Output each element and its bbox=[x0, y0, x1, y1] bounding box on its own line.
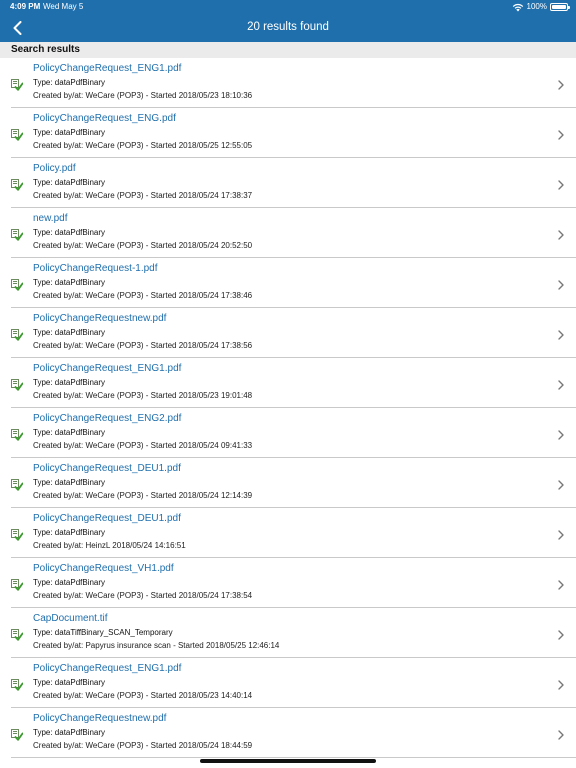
document-check-icon bbox=[11, 628, 24, 641]
result-type: Type: dataPdfBinary bbox=[33, 328, 106, 337]
result-type: Type: dataPdfBinary bbox=[33, 378, 106, 387]
result-type: Type: dataTiffBinary_SCAN_Temporary bbox=[33, 628, 173, 637]
list-item[interactable]: PolicyChangeRequest_ENG1.pdf Type: dataPd… bbox=[0, 658, 576, 708]
list-item[interactable]: PolicyChangeRequest-1.pdf Type: dataPdfBi… bbox=[0, 258, 576, 308]
result-title: Policy.pdf bbox=[33, 163, 76, 174]
document-check-icon bbox=[11, 178, 24, 191]
document-check-icon bbox=[11, 278, 24, 291]
result-created: Created by/at: WeCare (POP3) - Started 2… bbox=[33, 91, 253, 100]
result-title: PolicyChangeRequest_ENG.pdf bbox=[33, 113, 176, 124]
result-type: Type: dataPdfBinary bbox=[33, 578, 106, 587]
list-item[interactable]: PolicyChangeRequestnew.pdf Type: dataPdfB… bbox=[0, 708, 576, 758]
chevron-right-icon bbox=[557, 527, 565, 540]
list-item[interactable]: PolicyChangeRequestnew.pdf Type: dataPdfB… bbox=[0, 308, 576, 358]
page-title: 20 results found bbox=[247, 21, 329, 33]
result-created: Created by/at: WeCare (POP3) - Started 2… bbox=[33, 691, 253, 700]
chevron-right-icon bbox=[557, 577, 565, 590]
battery-percent: 100% bbox=[526, 2, 547, 11]
section-header: Search results bbox=[0, 42, 576, 58]
result-title: CapDocument.tif bbox=[33, 613, 108, 624]
top-bar: 4:09 PM Wed May 5 100% 20 results found bbox=[0, 0, 576, 42]
result-created: Created by/at: WeCare (POP3) - Started 2… bbox=[33, 191, 253, 200]
result-type: Type: dataPdfBinary bbox=[33, 678, 106, 687]
list-item[interactable]: Policy.pdf Type: dataPdfBinary Created by/… bbox=[0, 158, 576, 208]
list-item[interactable]: PolicyChangeRequest_ENG.pdf Type: dataPdf… bbox=[0, 108, 576, 158]
chevron-right-icon bbox=[557, 127, 565, 140]
result-type: Type: dataPdfBinary bbox=[33, 478, 106, 487]
result-created: Created by/at: WeCare (POP3) - Started 2… bbox=[33, 591, 253, 600]
document-check-icon bbox=[11, 78, 24, 91]
result-title: PolicyChangeRequestnew.pdf bbox=[33, 713, 167, 724]
chevron-right-icon bbox=[557, 727, 565, 740]
result-title: PolicyChangeRequest_DEU1.pdf bbox=[33, 463, 181, 474]
result-title: PolicyChangeRequest-1.pdf bbox=[33, 263, 158, 274]
nav-bar: 20 results found bbox=[0, 14, 576, 42]
list-item[interactable]: PolicyChangeRequest_ENG2.pdf Type: dataPd… bbox=[0, 408, 576, 458]
result-type: Type: dataPdfBinary bbox=[33, 178, 106, 187]
list-item[interactable]: CapDocument.tif Type: dataTiffBinary_SCAN… bbox=[0, 608, 576, 658]
chevron-right-icon bbox=[557, 477, 565, 490]
result-created: Created by/at: WeCare (POP3) - Started 2… bbox=[33, 741, 253, 750]
result-created: Created by/at: HeinzL 2018/05/24 14:16:5… bbox=[33, 541, 186, 550]
battery-fill bbox=[552, 5, 566, 9]
result-title: PolicyChangeRequest_DEU1.pdf bbox=[33, 513, 181, 524]
list-item[interactable]: PolicyChangeRequest_DEU1.pdf Type: dataPd… bbox=[0, 458, 576, 508]
chevron-right-icon bbox=[557, 277, 565, 290]
document-check-icon bbox=[11, 228, 24, 241]
result-title: PolicyChangeRequest_ENG1.pdf bbox=[33, 363, 182, 374]
result-created: Created by/at: WeCare (POP3) - Started 2… bbox=[33, 441, 253, 450]
wifi-icon bbox=[512, 3, 523, 11]
result-title: PolicyChangeRequest_VH1.pdf bbox=[33, 563, 174, 574]
result-title: PolicyChangeRequest_ENG1.pdf bbox=[33, 63, 182, 74]
result-created: Created by/at: WeCare (POP3) - Started 2… bbox=[33, 341, 253, 350]
document-check-icon bbox=[11, 578, 24, 591]
result-created: Created by/at: Papyrus insurance scan - … bbox=[33, 641, 280, 650]
chevron-right-icon bbox=[557, 227, 565, 240]
chevron-right-icon bbox=[557, 177, 565, 190]
document-check-icon bbox=[11, 478, 24, 491]
status-time: 4:09 PM bbox=[10, 2, 41, 11]
chevron-right-icon bbox=[557, 427, 565, 440]
result-type: Type: dataPdfBinary bbox=[33, 528, 106, 537]
result-created: Created by/at: WeCare (POP3) - Started 2… bbox=[33, 491, 253, 500]
document-check-icon bbox=[11, 378, 24, 391]
result-type: Type: dataPdfBinary bbox=[33, 128, 106, 137]
results-list: PolicyChangeRequest_ENG1.pdf Type: dataPd… bbox=[0, 58, 576, 758]
chevron-right-icon bbox=[557, 377, 565, 390]
result-type: Type: dataPdfBinary bbox=[33, 228, 106, 237]
result-created: Created by/at: WeCare (POP3) - Started 2… bbox=[33, 391, 253, 400]
list-item[interactable]: new.pdf Type: dataPdfBinary Created by/at:… bbox=[0, 208, 576, 258]
chevron-right-icon bbox=[557, 77, 565, 90]
home-indicator[interactable] bbox=[200, 759, 376, 763]
result-title: PolicyChangeRequest_ENG1.pdf bbox=[33, 663, 182, 674]
document-check-icon bbox=[11, 328, 24, 341]
chevron-right-icon bbox=[557, 677, 565, 690]
result-created: Created by/at: WeCare (POP3) - Started 2… bbox=[33, 291, 253, 300]
result-type: Type: dataPdfBinary bbox=[33, 428, 106, 437]
result-type: Type: dataPdfBinary bbox=[33, 78, 106, 87]
result-title: new.pdf bbox=[33, 213, 68, 224]
result-type: Type: dataPdfBinary bbox=[33, 728, 106, 737]
list-item[interactable]: PolicyChangeRequest_ENG1.pdf Type: dataPd… bbox=[0, 358, 576, 408]
document-check-icon bbox=[11, 728, 24, 741]
result-title: PolicyChangeRequestnew.pdf bbox=[33, 313, 167, 324]
chevron-right-icon bbox=[557, 327, 565, 340]
result-title: PolicyChangeRequest_ENG2.pdf bbox=[33, 413, 182, 424]
status-bar: 4:09 PM Wed May 5 100% bbox=[0, 0, 576, 14]
document-check-icon bbox=[11, 528, 24, 541]
status-right: 100% bbox=[512, 0, 570, 14]
result-type: Type: dataPdfBinary bbox=[33, 278, 106, 287]
document-check-icon bbox=[11, 678, 24, 691]
status-date: Wed May 5 bbox=[43, 2, 84, 11]
result-created: Created by/at: WeCare (POP3) - Started 2… bbox=[33, 241, 253, 250]
document-check-icon bbox=[11, 128, 24, 141]
list-item[interactable]: PolicyChangeRequest_ENG1.pdf Type: dataPd… bbox=[0, 58, 576, 108]
document-check-icon bbox=[11, 428, 24, 441]
battery-icon bbox=[550, 3, 570, 11]
chevron-right-icon bbox=[557, 627, 565, 640]
list-item[interactable]: PolicyChangeRequest_DEU1.pdf Type: dataPd… bbox=[0, 508, 576, 558]
list-item[interactable]: PolicyChangeRequest_VH1.pdf Type: dataPdf… bbox=[0, 558, 576, 608]
result-created: Created by/at: WeCare (POP3) - Started 2… bbox=[33, 141, 253, 150]
